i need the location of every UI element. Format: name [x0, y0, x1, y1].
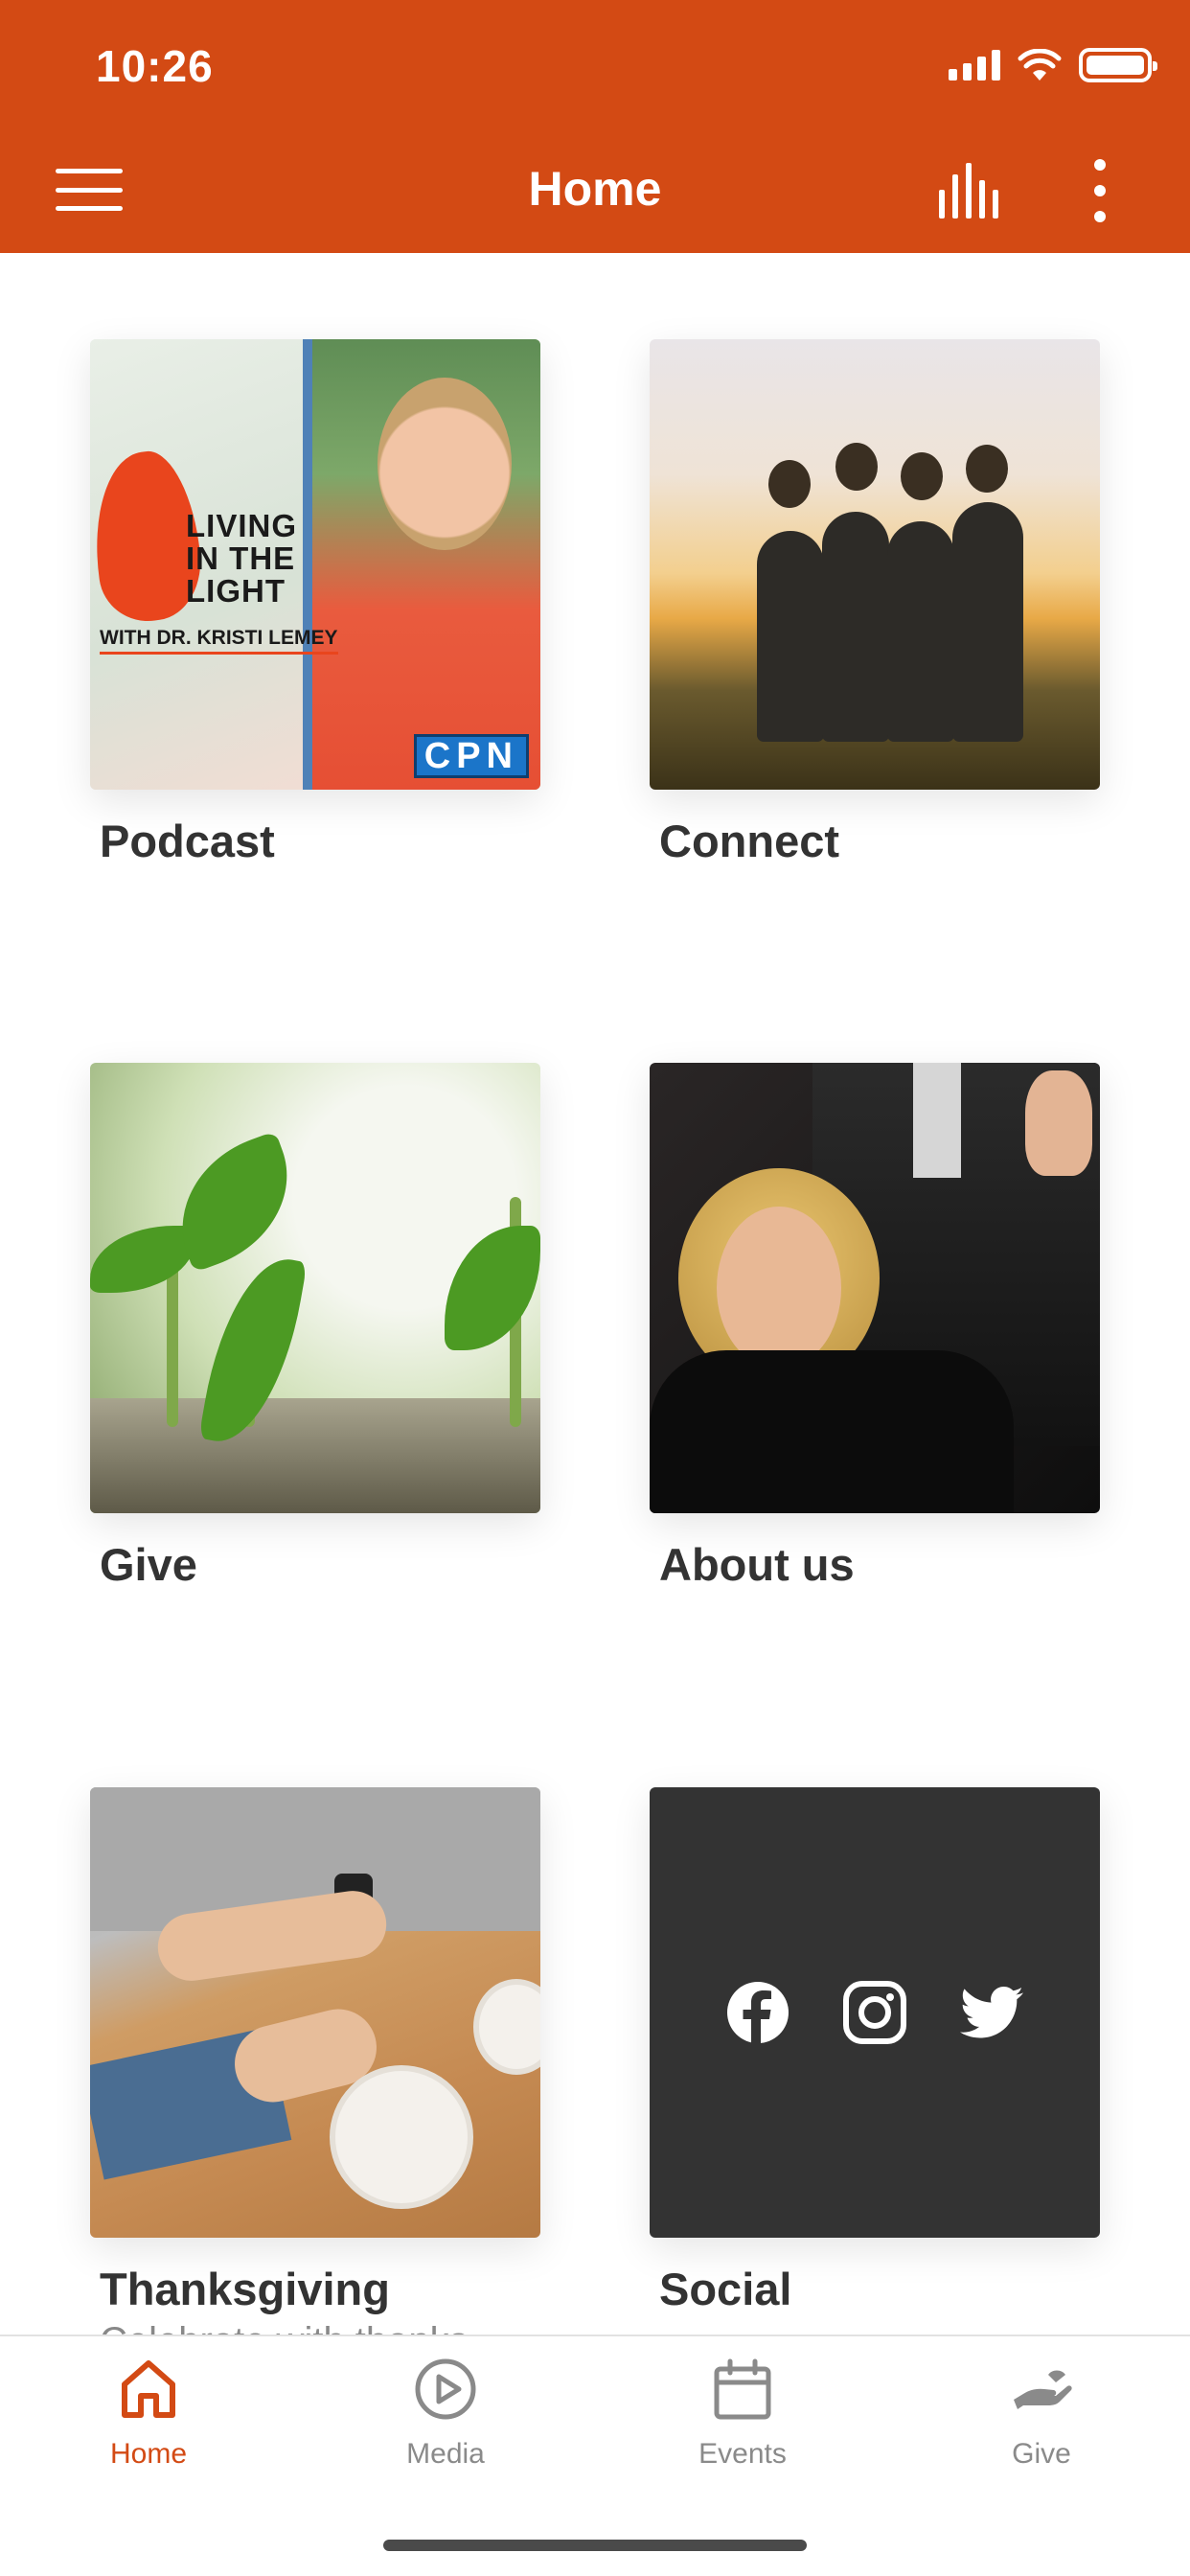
tile-about-us[interactable]: About us: [650, 1063, 1100, 1590]
thanksgiving-image: [90, 1787, 540, 2238]
tile-label-about-us: About us: [659, 1539, 855, 1590]
home-icon: [122, 2360, 175, 2418]
calendar-icon: [714, 2358, 771, 2420]
tab-label-events: Events: [698, 2438, 787, 2470]
wifi-icon: [1018, 49, 1062, 80]
home-indicator[interactable]: [383, 2540, 807, 2551]
tab-label-home: Home: [109, 2438, 188, 2470]
cellular-signal-icon: [949, 50, 1000, 80]
facebook-icon[interactable]: [726, 1981, 790, 2044]
battery-icon: [1079, 48, 1157, 82]
status-icons: [949, 48, 1157, 82]
more-options-icon[interactable]: [1090, 159, 1110, 222]
connect-image: [650, 339, 1100, 790]
podcast-image: LIVING IN THE LIGHT WITH DR. KRISTI LEME…: [90, 339, 540, 790]
tab-events[interactable]: Events: [647, 2358, 838, 2501]
tile-label-give: Give: [100, 1539, 197, 1590]
network-badge: CPN: [413, 734, 529, 778]
tile-give[interactable]: Give: [90, 1063, 540, 1590]
page-title: Home: [528, 162, 662, 216]
tile-connect[interactable]: Connect: [650, 339, 1100, 866]
podcast-brand-title: LIVING IN THE LIGHT: [186, 508, 298, 609]
tile-podcast[interactable]: LIVING IN THE LIGHT WITH DR. KRISTI LEME…: [90, 339, 540, 866]
social-image: [650, 1787, 1100, 2238]
play-circle-icon: [415, 2358, 476, 2420]
tile-label-thanksgiving: Thanksgiving: [100, 2264, 390, 2314]
tile-thanksgiving[interactable]: Thanksgiving Celebrate with thanks: [90, 1787, 540, 2362]
host-portrait: [378, 378, 512, 550]
tab-home[interactable]: Home: [53, 2358, 244, 2501]
audio-bars-icon[interactable]: [937, 161, 1008, 218]
instagram-icon[interactable]: [843, 1981, 906, 2044]
twitter-icon[interactable]: [960, 1981, 1023, 2044]
tile-social[interactable]: Social: [650, 1787, 1100, 2314]
giving-hand-icon: [1014, 2370, 1072, 2409]
tile-label-connect: Connect: [659, 816, 839, 866]
tile-label-podcast: Podcast: [100, 816, 275, 866]
tab-give[interactable]: Give: [946, 2358, 1137, 2501]
tab-label-give: Give: [1012, 2438, 1071, 2470]
tab-label-media: Media: [406, 2438, 485, 2470]
status-time: 10:26: [96, 41, 214, 91]
about-us-image: [650, 1063, 1100, 1513]
tile-label-social: Social: [659, 2264, 792, 2314]
podcast-byline: WITH DR. KRISTI LEMEY: [100, 627, 338, 655]
tab-media[interactable]: Media: [350, 2358, 541, 2501]
give-image: [90, 1063, 540, 1513]
app-header: 10:26 Home: [0, 0, 1190, 253]
